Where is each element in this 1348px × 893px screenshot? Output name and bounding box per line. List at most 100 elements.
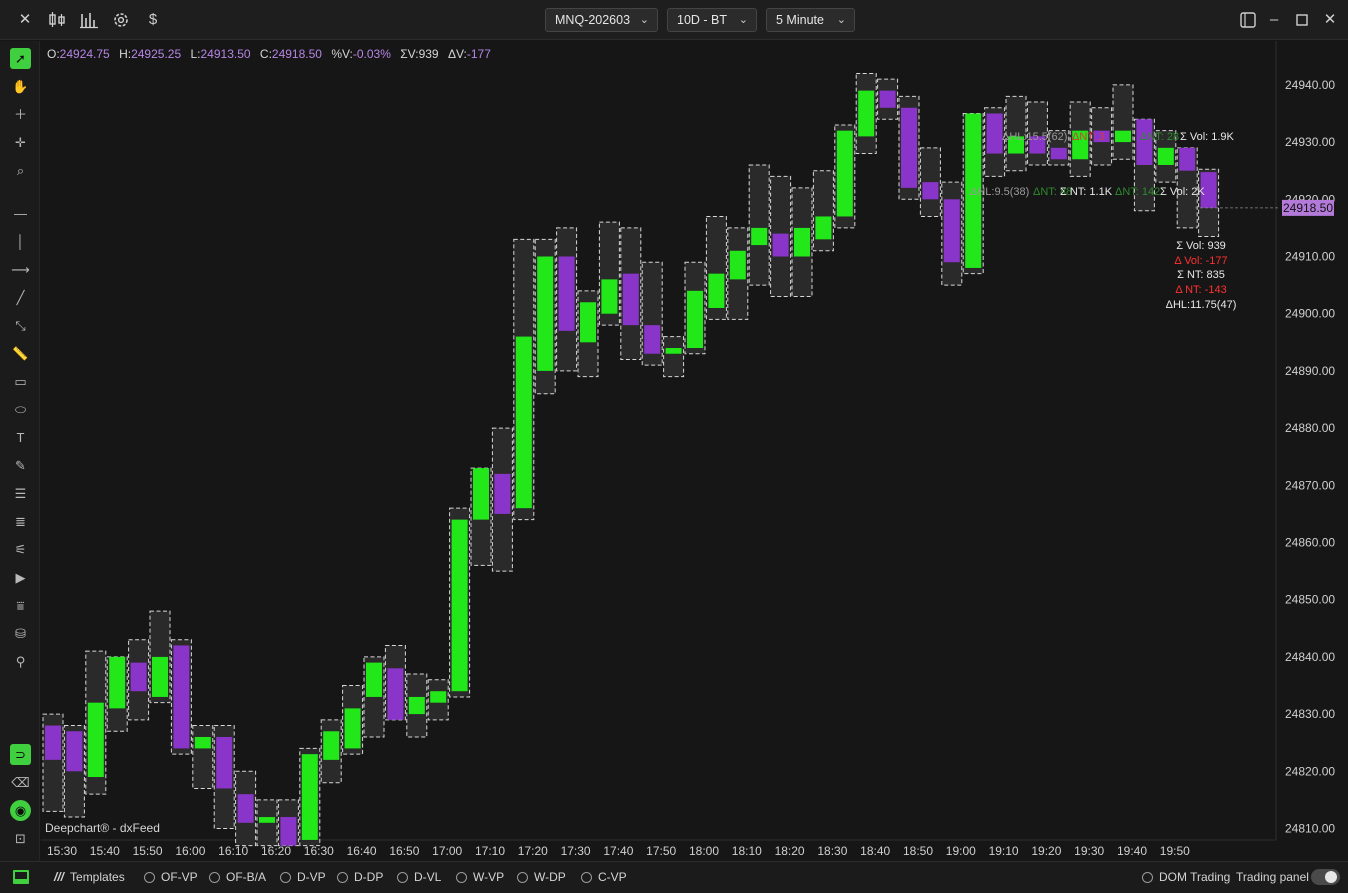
watermark: Deepchart® - dxFeed [45, 821, 160, 835]
bull-candle-body [1115, 130, 1131, 143]
low-value: 24913.50 [200, 47, 251, 61]
bull-candle-body [815, 216, 832, 240]
option-of-vp[interactable]: OF-VP [144, 870, 198, 884]
time-tick-label: 18:10 [732, 844, 762, 858]
bear-candle-body [280, 817, 297, 846]
candle [427, 679, 449, 721]
sum-volume-value: 939 [418, 47, 439, 61]
candle [534, 238, 556, 395]
bear-candle-body [644, 325, 661, 354]
price-tick-label: 24860.00 [1285, 536, 1335, 550]
bear-candle-body [622, 273, 639, 326]
bull-candle-body [601, 279, 618, 314]
bear-candle-body [986, 113, 1003, 154]
candle [855, 72, 877, 155]
footprint-annotation: ΔHL:15.5(62) [1002, 131, 1067, 143]
price-tick-label: 24840.00 [1285, 650, 1335, 664]
option-label: W-DP [534, 870, 566, 884]
option-label: W-VP [473, 870, 505, 884]
open-value: 24924.75 [59, 47, 110, 61]
bear-candle-body [943, 199, 960, 263]
candle [128, 639, 150, 721]
candle [192, 725, 214, 789]
last-bar-stat: ΔHL:11.75(47) [1166, 299, 1237, 311]
delta-volume-label: ΔV: [447, 47, 467, 61]
price-tick-label: 24890.00 [1285, 364, 1335, 378]
price-tick-label: 24820.00 [1285, 764, 1335, 778]
candle-range-box [192, 725, 214, 789]
option-w-dp[interactable]: W-DP [517, 870, 566, 884]
candle [106, 656, 128, 732]
time-tick-label: 17:40 [603, 844, 633, 858]
footprint-annotation: ΔNT: 142 [1115, 186, 1160, 198]
toggle-knob [1325, 871, 1337, 883]
option-w-vp[interactable]: W-VP [456, 870, 504, 884]
candle [770, 175, 792, 298]
candle [556, 227, 578, 372]
option-label: D-VP [297, 870, 326, 884]
bull-candle-body [366, 662, 382, 697]
bear-candle-body [1050, 147, 1067, 160]
bear-candle-body [130, 662, 147, 692]
bull-candle-body [87, 702, 104, 778]
time-tick-label: 15:50 [133, 844, 163, 858]
trading-panel-toggle[interactable] [1311, 869, 1340, 885]
price-tick-label: 24880.00 [1285, 421, 1335, 435]
ohlc-readout: O:24924.75 H:24925.25 L:24913.50 C:24918… [47, 47, 491, 61]
option-of-ba[interactable]: OF-B/A [209, 870, 266, 884]
candlestick-chart[interactable]: 24810.00 24820.00 24830.00 24840.00 24850.00… [0, 0, 1348, 893]
time-tick-label: 17:50 [646, 844, 676, 858]
price-tick-label: 24870.00 [1285, 478, 1335, 492]
bull-candle-body [794, 227, 810, 257]
close-value: 24918.50 [271, 47, 322, 61]
candle [256, 799, 278, 847]
footprint-annotation: Σ Vol: 2K [1160, 186, 1205, 198]
candle [577, 290, 599, 378]
pct-volume-label: %V: [331, 47, 353, 61]
candle [513, 238, 535, 521]
open-label: O: [47, 47, 60, 61]
time-tick-label: 18:30 [817, 844, 847, 858]
bull-candle-body [708, 273, 725, 308]
time-tick-label: 16:20 [261, 844, 291, 858]
radio-icon [581, 872, 592, 883]
bull-candle-body [408, 696, 425, 715]
candle [213, 725, 235, 829]
close-label: C: [259, 47, 272, 61]
option-d-dp[interactable]: D-DP [337, 870, 383, 884]
bear-candle-body [558, 256, 575, 331]
bear-candle-body [216, 736, 233, 789]
candle [1112, 84, 1134, 160]
bear-candle-body [1179, 147, 1196, 171]
option-d-vp[interactable]: D-VP [280, 870, 326, 884]
time-tick-label: 18:00 [689, 844, 719, 858]
radio-icon [397, 872, 408, 883]
bull-candle-body [323, 731, 340, 760]
candle [384, 644, 406, 721]
radio-icon [1142, 872, 1153, 883]
radio-icon [209, 872, 220, 883]
bull-candle-body [109, 656, 126, 709]
candle [235, 770, 257, 847]
bull-candle-body [751, 227, 768, 246]
delta-volume-value: -177 [466, 47, 491, 61]
high-value: 24925.25 [131, 47, 182, 61]
templates-button[interactable]: /// Templates [54, 870, 125, 884]
templates-icon: /// [54, 870, 65, 884]
footprint-annotation: Σ Vol: 1.9K [1180, 131, 1235, 143]
time-tick-label: 15:30 [47, 844, 77, 858]
candle [877, 78, 899, 120]
dom-trading-option[interactable]: DOM Trading [1142, 870, 1230, 884]
option-d-vl[interactable]: D-VL [397, 870, 441, 884]
bull-candle-body [515, 336, 532, 509]
time-tick-label: 18:40 [860, 844, 890, 858]
candle-range-box [256, 799, 278, 847]
candle [406, 673, 428, 738]
time-tick-label: 16:50 [389, 844, 419, 858]
candle [727, 227, 749, 320]
time-tick-label: 19:40 [1117, 844, 1147, 858]
last-price-label: 24918.50 [1283, 201, 1333, 215]
option-c-vp[interactable]: C-VP [581, 870, 627, 884]
time-tick-label: 18:50 [903, 844, 933, 858]
panel-toggle-icon[interactable] [12, 869, 30, 888]
